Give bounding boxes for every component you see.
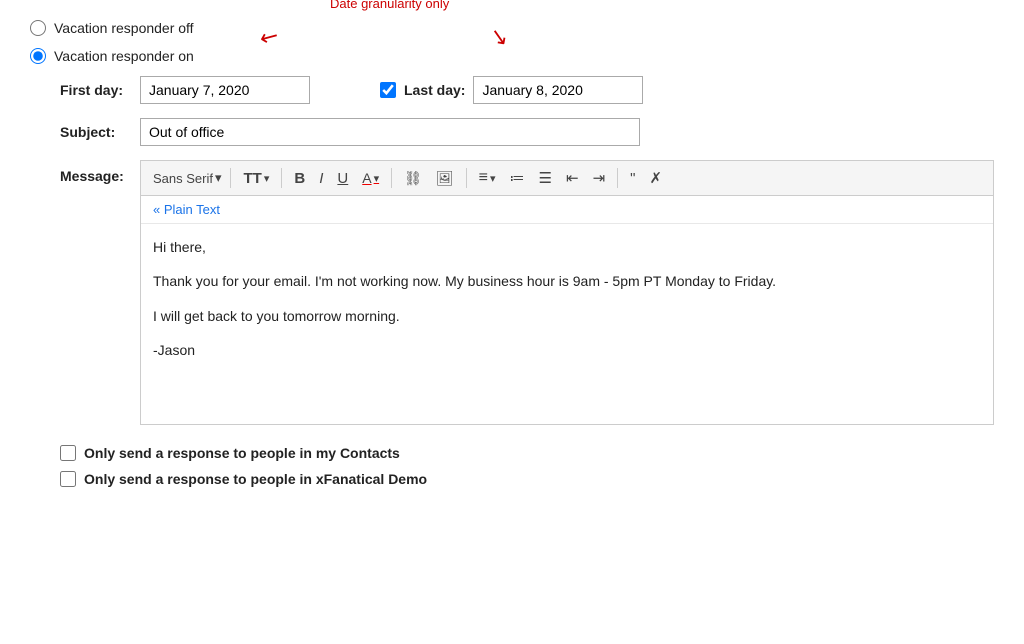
toolbar-divider-1	[281, 168, 282, 188]
link-button[interactable]: ⛓	[399, 167, 427, 190]
toolbar-divider-4	[617, 168, 618, 188]
indent-less-button[interactable]: ⇤	[561, 166, 584, 190]
italic-icon: I	[319, 170, 323, 187]
toolbar-divider-3	[466, 168, 467, 188]
subject-input[interactable]	[140, 118, 640, 146]
first-day-input[interactable]	[140, 76, 310, 104]
xfanatical-label: Only send a response to people in xFanat…	[84, 471, 427, 487]
font-color-icon: A	[362, 170, 371, 186]
bullet-list-icon: ☰	[539, 169, 552, 187]
align-icon: ≡	[479, 169, 488, 187]
align-dropdown-icon: ▾	[490, 172, 496, 185]
message-label: Message:	[60, 168, 130, 184]
vacation-off-radio[interactable]	[30, 20, 46, 36]
vacation-off-label: Vacation responder off	[54, 20, 194, 36]
contacts-checkbox-row: Only send a response to people in my Con…	[60, 445, 994, 461]
blockquote-button[interactable]: "	[625, 167, 640, 190]
editor-toolbar: Sans Serif ▾ TT ▾ B I U A	[141, 161, 993, 196]
image-icon: 🖼	[436, 170, 454, 187]
bold-button[interactable]: B	[289, 167, 310, 190]
message-line-3: I will get back to you tomorrow morning.	[153, 305, 981, 327]
font-color-dropdown-icon: ▾	[374, 172, 380, 185]
blockquote-icon: "	[630, 170, 635, 187]
subject-row: Subject:	[60, 118, 994, 146]
message-line-1: Hi there,	[153, 236, 981, 258]
clear-format-icon: ✗	[649, 169, 662, 187]
last-day-group: Last day:	[380, 76, 643, 104]
message-row: Message: Sans Serif ▾ TT ▾ B I	[60, 160, 994, 425]
font-dropdown-icon: ▾	[215, 170, 222, 186]
text-size-button[interactable]: TT ▾	[239, 167, 275, 190]
indent-more-icon: ⇥	[593, 169, 606, 187]
message-line-4: -Jason	[153, 339, 981, 361]
message-line-2: Thank you for your email. I'm not workin…	[153, 270, 981, 292]
link-icon: ⛓	[404, 170, 422, 187]
contacts-label: Only send a response to people in my Con…	[84, 445, 400, 461]
image-button[interactable]: 🖼	[431, 167, 459, 190]
underline-icon: U	[337, 170, 348, 187]
date-row: First day: Last day:	[60, 76, 994, 104]
underline-button[interactable]: U	[332, 167, 353, 190]
bullet-list-button[interactable]: ☰	[534, 166, 557, 190]
bold-icon: B	[294, 170, 305, 187]
text-size-icon: TT	[244, 170, 262, 187]
xfanatical-checkbox-row: Only send a response to people in xFanat…	[60, 471, 994, 487]
message-editor: Sans Serif ▾ TT ▾ B I U A	[140, 160, 994, 425]
font-color-button[interactable]: A ▾	[357, 167, 384, 189]
plain-text-link[interactable]: « Plain Text	[141, 196, 993, 224]
last-day-label: Last day:	[404, 82, 465, 98]
subject-label: Subject:	[60, 124, 130, 140]
font-name: Sans Serif	[153, 171, 213, 186]
vacation-responder-on-row: Vacation responder on	[30, 48, 994, 64]
italic-button[interactable]: I	[314, 167, 328, 190]
last-day-checkbox[interactable]	[380, 82, 396, 98]
indent-more-button[interactable]: ⇥	[588, 166, 611, 190]
message-body[interactable]: Hi there, Thank you for your email. I'm …	[141, 224, 993, 424]
align-button[interactable]: ≡ ▾	[474, 166, 501, 190]
numbered-list-icon: ≔	[510, 169, 525, 187]
font-selector[interactable]: Sans Serif ▾	[149, 168, 231, 188]
vacation-on-label: Vacation responder on	[54, 48, 194, 64]
indent-less-icon: ⇤	[566, 169, 579, 187]
vacation-on-radio[interactable]	[30, 48, 46, 64]
contacts-checkbox[interactable]	[60, 445, 76, 461]
first-day-label: First day:	[60, 82, 130, 98]
last-day-input[interactable]	[473, 76, 643, 104]
xfanatical-checkbox[interactable]	[60, 471, 76, 487]
toolbar-divider-2	[391, 168, 392, 188]
vacation-responder-off-row: Vacation responder off	[30, 20, 994, 36]
numbered-list-button[interactable]: ≔	[505, 166, 530, 190]
text-size-dropdown-icon: ▾	[264, 172, 270, 185]
callout-text: Date granularity only	[330, 0, 449, 11]
clear-format-button[interactable]: ✗	[644, 166, 667, 190]
